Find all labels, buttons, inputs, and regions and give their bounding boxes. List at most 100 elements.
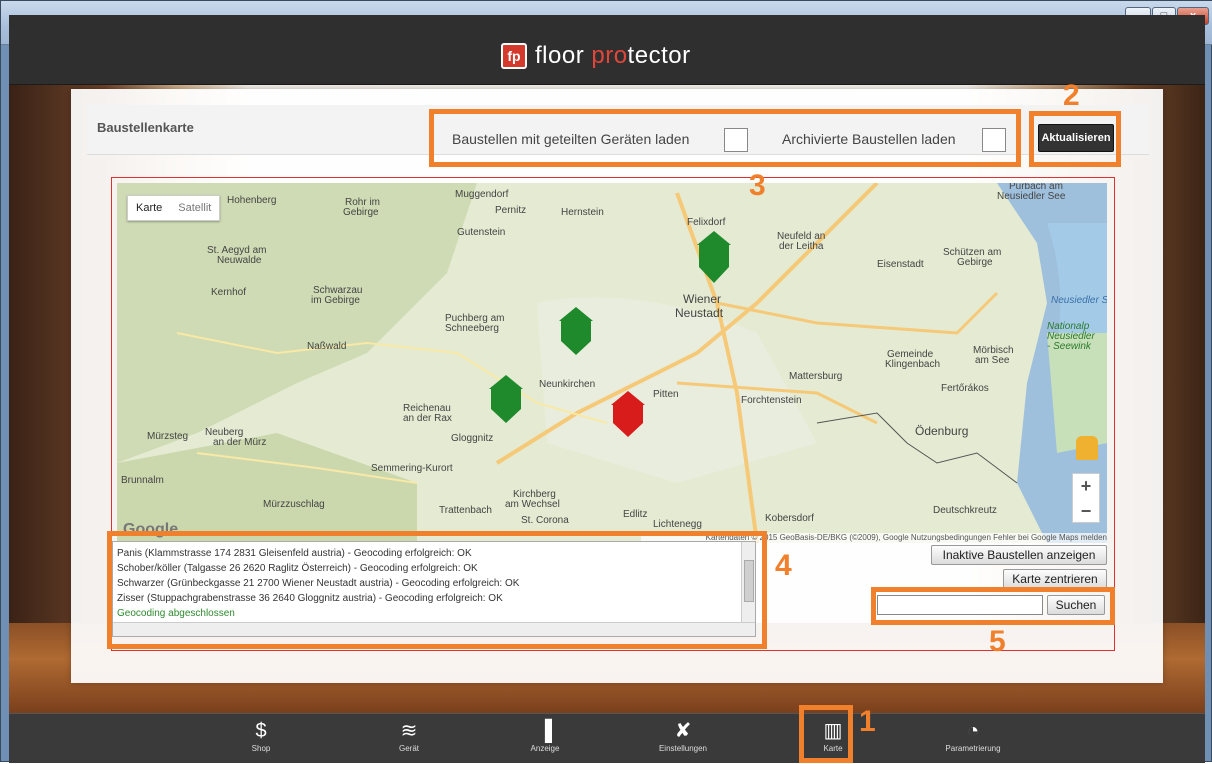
svg-text:Hohenberg: Hohenberg (227, 195, 276, 206)
svg-text:Pitten: Pitten (653, 389, 679, 400)
center-map-button[interactable]: Karte zentrieren (1003, 569, 1107, 589)
map-type-karte[interactable]: Karte (128, 196, 170, 220)
svg-text:im Gebirge: im Gebirge (311, 295, 360, 306)
search-button[interactable]: Suchen (1047, 595, 1105, 615)
log-line: Schwarzer (Grünbeckgasse 21 2700 Wiener … (117, 578, 520, 589)
svg-text:Neustadt: Neustadt (675, 306, 724, 320)
svg-text:Pernitz: Pernitz (495, 205, 526, 216)
svg-text:Deutschkreutz: Deutschkreutz (933, 505, 997, 516)
svg-text:Neunkirchen: Neunkirchen (539, 379, 595, 390)
svg-text:St. Corona: St. Corona (521, 515, 569, 526)
svg-text:Trattenbach: Trattenbach (439, 505, 492, 516)
log-scroll-thumb[interactable] (744, 560, 754, 602)
svg-text:Gloggnitz: Gloggnitz (451, 433, 493, 444)
svg-text:Muggendorf: Muggendorf (455, 189, 509, 200)
zoom-control: + − (1072, 473, 1100, 523)
svg-text:Wiener: Wiener (683, 292, 721, 306)
nav-anzeige-label: Anzeige (530, 744, 560, 753)
callout-2: 2 (1063, 79, 1080, 112)
zoom-in-button[interactable]: + (1073, 474, 1099, 499)
map-type-control: Karte Satellit (127, 195, 221, 221)
svg-text:Gutenstein: Gutenstein (457, 227, 505, 238)
svg-text:Hernstein: Hernstein (561, 207, 604, 218)
refresh-highlight: Aktualisieren (1029, 111, 1121, 167)
load-options-group: Baustellen mit geteilten Geräten laden A… (429, 109, 1021, 167)
bar-chart-icon: ▐ (537, 720, 553, 742)
application-window: – □ x fp floor protector $ Shop ≋ Gerät … (0, 0, 1212, 763)
svg-text:Semmering-Kurort: Semmering-Kurort (371, 463, 453, 474)
svg-text:Neusiedler See: Neusiedler See (1051, 295, 1107, 306)
callout-1: 1 (859, 705, 876, 738)
gauge-icon: ◔ (966, 720, 980, 742)
svg-text:Kernhof: Kernhof (211, 287, 246, 298)
tools-icon: ✘ (674, 720, 692, 742)
logo-text-suffix: tector (627, 42, 691, 69)
nav-einstellungen[interactable]: ✘ Einstellungen (643, 714, 723, 764)
page-title: Baustellenkarte (97, 120, 194, 135)
zoom-out-button[interactable]: − (1073, 499, 1099, 524)
log-line: Zisser (Stuppachgrabenstrasse 36 2640 Gl… (117, 593, 503, 604)
nav-shop-label: Shop (251, 744, 271, 753)
refresh-button[interactable]: Aktualisieren (1038, 124, 1114, 152)
nav-einstellungen-label: Einstellungen (658, 744, 708, 753)
svg-text:Klingenbach: Klingenbach (885, 359, 940, 370)
nav-geraet[interactable]: ≋ Gerät (369, 714, 449, 764)
search-input[interactable] (877, 595, 1043, 615)
svg-text:Kobersdorf: Kobersdorf (765, 513, 814, 524)
nav-anzeige[interactable]: ▐ Anzeige (505, 714, 585, 764)
nav-geraet-label: Gerät (398, 744, 419, 753)
nav-shop[interactable]: $ Shop (221, 714, 301, 764)
svg-text:Edlitz: Edlitz (623, 509, 647, 520)
svg-text:Fertőrákos: Fertőrákos (941, 383, 989, 394)
svg-text:an der Mürz: an der Mürz (213, 437, 266, 448)
logo-text-prefix: floor (535, 42, 592, 69)
svg-text:Naßwald: Naßwald (307, 341, 346, 352)
svg-text:Gebirge: Gebirge (343, 207, 379, 218)
svg-text:der Leitha: der Leitha (779, 241, 824, 252)
callout-5: 5 (989, 625, 1006, 658)
log-horizontal-scrollbar[interactable] (113, 622, 755, 636)
svg-text:Lichtenegg: Lichtenegg (653, 519, 702, 530)
log-vertical-scrollbar[interactable] (741, 542, 755, 624)
karte-highlight (799, 705, 853, 763)
bottom-nav: $ Shop ≋ Gerät ▐ Anzeige ✘ Einstellungen… (9, 713, 1205, 763)
svg-text:Mürzzuschlag: Mürzzuschlag (263, 499, 325, 510)
svg-text:Gebirge: Gebirge (957, 257, 993, 268)
svg-text:Neusiedler See: Neusiedler See (997, 191, 1066, 202)
logo-text-pro: pro (591, 42, 628, 69)
svg-text:Felixdorf: Felixdorf (687, 217, 726, 228)
log-line: Schober/köller (Talgasse 26 2620 Raglitz… (117, 563, 478, 574)
svg-text:Eisenstadt: Eisenstadt (877, 259, 924, 270)
dollar-icon: $ (255, 720, 267, 742)
svg-text:Brunnalm: Brunnalm (121, 475, 164, 486)
map-drawing: Hohenberg Rohr imGebirge Muggendorf Pern… (117, 183, 1107, 543)
logo: fp floor protector (501, 39, 691, 73)
archived-sites-checkbox[interactable] (982, 128, 1006, 152)
nav-parametrierung-label: Parametrierung (945, 744, 1001, 753)
svg-text:- Seewink: - Seewink (1047, 341, 1092, 352)
svg-text:Ödenburg: Ödenburg (915, 424, 968, 438)
logo-mark: fp (501, 43, 527, 69)
svg-text:Schneeberg: Schneeberg (445, 323, 499, 334)
svg-text:am See: am See (975, 355, 1010, 366)
geocoding-log[interactable]: Panis (Klammstrasse 174 2831 Gleisenfeld… (112, 541, 756, 637)
callout-3: 3 (749, 169, 766, 202)
svg-text:Mürzsteg: Mürzsteg (147, 431, 188, 442)
log-line: Panis (Klammstrasse 174 2831 Gleisenfeld… (117, 548, 472, 559)
log-done: Geocoding abgeschlossen (117, 608, 235, 619)
map-canvas[interactable]: Hohenberg Rohr im Gebirge Muggendorf Pern… (117, 183, 1107, 543)
map-type-satellit[interactable]: Satellit (170, 196, 219, 220)
svg-text:an der Rax: an der Rax (403, 413, 452, 424)
pegman-icon[interactable] (1076, 436, 1098, 460)
svg-text:am Wechsel: am Wechsel (505, 499, 560, 510)
svg-text:Forchtenstein: Forchtenstein (741, 395, 802, 406)
archived-sites-label: Archivierte Baustellen laden (782, 131, 956, 147)
inactive-sites-button[interactable]: Inaktive Baustellen anzeigen (931, 545, 1107, 565)
nav-parametrierung[interactable]: ◔ Parametrierung (933, 714, 1013, 764)
svg-text:Neuwalde: Neuwalde (217, 255, 262, 266)
app-header: fp floor protector (9, 15, 1205, 85)
callout-4: 4 (775, 549, 792, 582)
shared-devices-label: Baustellen mit geteilten Geräten laden (452, 131, 690, 147)
shared-devices-checkbox[interactable] (724, 128, 748, 152)
logo-text: floor protector (535, 42, 691, 70)
